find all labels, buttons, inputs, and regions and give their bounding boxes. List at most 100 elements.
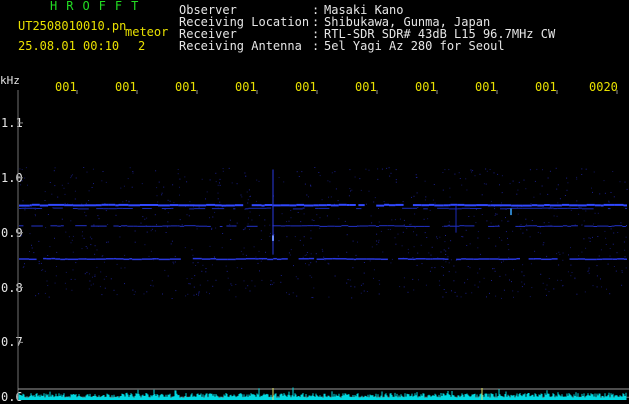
noise-dot <box>526 229 528 231</box>
noise-dot <box>413 246 415 248</box>
noise-dot <box>288 252 290 254</box>
noise-dot <box>296 171 298 173</box>
noise-dot <box>321 248 323 250</box>
noise-dot <box>501 175 503 177</box>
noise-dot <box>236 267 238 269</box>
noise-dot <box>71 239 73 241</box>
noise-dot <box>68 236 70 238</box>
noise-dot <box>474 175 476 177</box>
noise-dot <box>549 170 551 172</box>
noise-dot <box>131 186 133 188</box>
noise-dot <box>467 278 469 280</box>
noise-dot <box>22 200 24 202</box>
noise-dot <box>296 295 298 297</box>
noise-dot <box>47 214 49 215</box>
noise-dot <box>401 245 403 247</box>
noise-dot <box>412 278 414 280</box>
noise-dot <box>508 220 510 222</box>
noise-dot <box>308 196 309 198</box>
noise-dot <box>562 285 563 287</box>
noise-dot <box>505 231 507 233</box>
noise-dot <box>34 214 36 216</box>
carrier-trace-lower <box>19 257 627 261</box>
noise-dot <box>86 247 88 249</box>
noise-dot <box>593 171 595 173</box>
noise-dot <box>613 266 615 267</box>
noise-dot <box>354 286 356 288</box>
noise-dot <box>244 227 246 229</box>
noise-dot <box>48 296 50 298</box>
noise-dot <box>388 167 390 169</box>
noise-dot <box>212 285 214 287</box>
noise-dot <box>536 168 538 170</box>
noise-dot <box>543 222 545 224</box>
noise-dot <box>498 256 500 258</box>
noise-dot <box>331 172 333 174</box>
noise-dot <box>608 200 610 202</box>
noise-dot <box>363 262 365 263</box>
noise-dot <box>70 242 72 244</box>
noise-dot <box>447 256 449 258</box>
noise-dot <box>301 171 303 173</box>
noise-dot <box>286 236 288 238</box>
noise-dot <box>56 266 57 267</box>
noise-dot <box>394 237 396 239</box>
noise-dot <box>390 262 392 264</box>
noise-dot <box>376 233 378 235</box>
noise-dot <box>355 254 357 256</box>
noise-dot <box>416 234 418 236</box>
noise-dot <box>298 176 300 177</box>
noise-dot <box>102 255 104 257</box>
noise-dot <box>389 175 391 177</box>
noise-dot <box>621 271 623 273</box>
noise-dot <box>107 224 109 225</box>
noise-dot <box>537 231 539 233</box>
noise-dot <box>269 224 271 226</box>
noise-dot <box>38 240 40 242</box>
noise-dot <box>240 250 242 252</box>
noise-dot <box>570 247 571 249</box>
noise-dot <box>545 288 547 290</box>
noise-dot <box>454 291 456 293</box>
noise-dot <box>329 181 331 183</box>
noise-dot <box>207 280 209 282</box>
noise-dot <box>403 224 405 226</box>
noise-dot <box>189 201 191 203</box>
noise-dot <box>269 235 271 237</box>
noise-dot <box>373 201 375 203</box>
noise-dot <box>249 196 251 198</box>
noise-dot <box>448 169 450 171</box>
noise-dot <box>505 274 507 276</box>
noise-dot <box>477 247 479 249</box>
info-separator: : <box>312 39 320 53</box>
noise-dot <box>290 249 292 251</box>
noise-dot <box>443 249 445 251</box>
noise-dot <box>470 169 472 171</box>
noise-dot <box>546 284 548 286</box>
noise-dot <box>558 251 560 253</box>
noise-dot <box>399 286 401 288</box>
noise-dot <box>161 192 163 194</box>
noise-dot <box>85 246 87 247</box>
noise-dot <box>436 236 438 238</box>
noise-dot <box>485 168 487 170</box>
noise-dot <box>558 264 560 266</box>
noise-dot <box>408 252 409 254</box>
noise-dot <box>596 286 598 288</box>
noise-dot <box>567 182 569 184</box>
noise-dot <box>222 233 224 234</box>
noise-dot <box>464 282 466 284</box>
noise-dot <box>310 253 312 255</box>
noise-dot <box>610 192 612 193</box>
noise-dot <box>368 190 370 192</box>
noise-dot <box>567 271 569 273</box>
noise-dot <box>624 256 626 258</box>
noise-dot <box>350 190 351 192</box>
noise-dot <box>179 219 181 221</box>
noise-dot <box>67 182 69 184</box>
noise-dot <box>547 193 549 195</box>
noise-dot <box>81 235 83 237</box>
noise-dot <box>247 285 249 287</box>
noise-dot <box>407 291 409 293</box>
noise-dot <box>271 283 273 285</box>
